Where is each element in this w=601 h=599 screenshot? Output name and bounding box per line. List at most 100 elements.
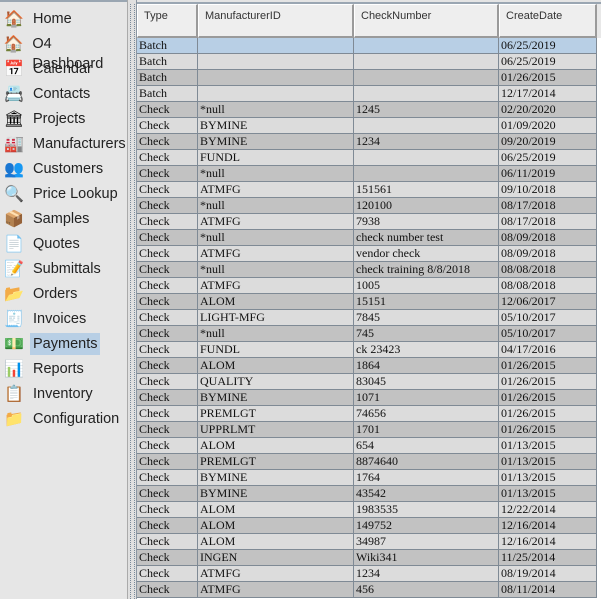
type-cell: Check <box>137 310 198 326</box>
sidebar-item-configuration[interactable]: 📁 Configuration <box>2 407 122 431</box>
sidebar-item-label: O4 Dashboard <box>32 36 104 72</box>
table-row[interactable]: Check ATMFG 456 08/11/2014 <box>137 582 601 598</box>
create-date-cell: 05/10/2017 <box>499 326 597 342</box>
column-header-type[interactable]: Type <box>137 4 198 38</box>
type-cell: Batch <box>137 86 198 102</box>
manufacturer-id-cell: UPPRLMT <box>198 422 354 438</box>
type-cell: Check <box>137 182 198 198</box>
table-row[interactable]: Check *null 120100 08/17/2018 <box>137 198 601 214</box>
sidebar-item-orders[interactable]: 📂 Orders <box>2 282 80 306</box>
check-number-cell <box>354 86 499 102</box>
table-row[interactable]: Batch 06/25/2019 <box>137 54 601 70</box>
table-header: Type ManufacturerID CheckNumber CreateDa… <box>137 4 601 38</box>
table-row[interactable]: Batch 01/26/2015 <box>137 70 601 86</box>
payments-table: Type ManufacturerID CheckNumber CreateDa… <box>137 2 601 599</box>
table-row[interactable]: Check ALOM 1864 01/26/2015 <box>137 358 601 374</box>
sidebar-item-label: Calendar <box>33 61 92 77</box>
manufacturer-id-cell: ATMFG <box>198 246 354 262</box>
type-cell: Check <box>137 230 198 246</box>
check-number-cell: vendor check <box>354 246 499 262</box>
check-number-cell: 7845 <box>354 310 499 326</box>
check-number-cell: 34987 <box>354 534 499 550</box>
table-row[interactable]: Check ATMFG 7938 08/17/2018 <box>137 214 601 230</box>
sidebar-item-samples[interactable]: 📦 Samples <box>2 207 92 231</box>
table-row[interactable]: Batch 12/17/2014 <box>137 86 601 102</box>
sidebar-item-quotes[interactable]: 📄 Quotes <box>2 232 83 256</box>
samples-icon: 📦 <box>4 211 24 228</box>
table-row[interactable]: Check INGEN Wiki341 11/25/2014 <box>137 550 601 566</box>
table-row[interactable]: Check BYMINE 43542 01/13/2015 <box>137 486 601 502</box>
sidebar-item-inventory[interactable]: 📋 Inventory <box>2 382 96 406</box>
manufacturer-id-cell: INGEN <box>198 550 354 566</box>
table-row[interactable]: Check ATMFG 1005 08/08/2018 <box>137 278 601 294</box>
table-row[interactable]: Check ALOM 149752 12/16/2014 <box>137 518 601 534</box>
check-number-cell: 43542 <box>354 486 499 502</box>
create-date-cell: 02/20/2020 <box>499 102 597 118</box>
sidebar-item-home[interactable]: 🏠 Home <box>2 7 75 31</box>
check-number-cell: 83045 <box>354 374 499 390</box>
create-date-cell: 01/26/2015 <box>499 422 597 438</box>
sidebar-item-calendar[interactable]: 📅 Calendar <box>2 57 95 81</box>
sidebar-item-payments[interactable]: 💵 Payments <box>2 332 101 356</box>
sidebar-item-label: Reports <box>33 361 84 377</box>
create-date-cell: 06/25/2019 <box>499 150 597 166</box>
manufacturer-id-cell: *null <box>198 326 354 342</box>
table-row[interactable]: Check PREMLGT 74656 01/26/2015 <box>137 406 601 422</box>
table-row[interactable]: Check BYMINE 1234 09/20/2019 <box>137 134 601 150</box>
table-row[interactable]: Check BYMINE 1071 01/26/2015 <box>137 390 601 406</box>
sidebar-item-projects[interactable]: 🏛 Projects <box>2 107 88 131</box>
manufacturer-id-cell: PREMLGT <box>198 406 354 422</box>
table-row[interactable]: Check *null 06/11/2019 <box>137 166 601 182</box>
check-number-cell: 1234 <box>354 134 499 150</box>
table-row[interactable]: Check BYMINE 1764 01/13/2015 <box>137 470 601 486</box>
table-row[interactable]: Batch 06/25/2019 <box>137 38 601 54</box>
table-row[interactable]: Check ATMFG vendor check 08/09/2018 <box>137 246 601 262</box>
table-row[interactable]: Check *null check training 8/8/2018 08/08/2… <box>137 262 601 278</box>
sidebar-item-o4-dashboard[interactable]: 🏠 O4 Dashboard <box>2 32 127 72</box>
create-date-cell: 11/25/2014 <box>499 550 597 566</box>
create-date-cell: 12/17/2014 <box>499 86 597 102</box>
table-row[interactable]: Check *null 745 05/10/2017 <box>137 326 601 342</box>
contact-card-icon: 📇 <box>4 86 24 103</box>
column-header-create-date[interactable]: CreateDate <box>499 4 597 38</box>
table-row[interactable]: Check ALOM 1983535 12/22/2014 <box>137 502 601 518</box>
sidebar-item-manufacturers[interactable]: 🏭 Manufacturers <box>2 132 129 156</box>
table-row[interactable]: Check BYMINE 01/09/2020 <box>137 118 601 134</box>
splitter-handle[interactable] <box>127 0 137 599</box>
table-row[interactable]: Check *null check number test 08/09/2018 <box>137 230 601 246</box>
sidebar-item-reports[interactable]: 📊 Reports <box>2 357 87 381</box>
type-cell: Batch <box>137 54 198 70</box>
table-row[interactable]: Check *null 1245 02/20/2020 <box>137 102 601 118</box>
table-row[interactable]: Check FUNDL ck 23423 04/17/2016 <box>137 342 601 358</box>
table-row[interactable]: Check PREMLGT 8874640 01/13/2015 <box>137 454 601 470</box>
sidebar-item-label: Projects <box>33 111 86 127</box>
table-row[interactable]: Check ALOM 15151 12/06/2017 <box>137 294 601 310</box>
column-header-manufacturer-id[interactable]: ManufacturerID <box>198 4 354 38</box>
check-number-cell: 745 <box>354 326 499 342</box>
sidebar-item-invoices[interactable]: 🧾 Invoices <box>2 307 89 331</box>
table-row[interactable]: Check QUALITY 83045 01/26/2015 <box>137 374 601 390</box>
manufacturer-id-cell: ATMFG <box>198 214 354 230</box>
table-row[interactable]: Check FUNDL 06/25/2019 <box>137 150 601 166</box>
quotes-icon: 📄 <box>4 236 24 253</box>
sidebar-item-customers[interactable]: 👥 Customers <box>2 157 106 181</box>
create-date-cell: 08/08/2018 <box>499 262 597 278</box>
sidebar-item-submittals[interactable]: 📝 Submittals <box>2 257 104 281</box>
table-row[interactable]: Check ATMFG 151561 09/10/2018 <box>137 182 601 198</box>
table-row[interactable]: Check ALOM 654 01/13/2015 <box>137 438 601 454</box>
table-row[interactable]: Check ATMFG 1234 08/19/2014 <box>137 566 601 582</box>
create-date-cell: 01/13/2015 <box>499 486 597 502</box>
table-row[interactable]: Check LIGHT-MFG 7845 05/10/2017 <box>137 310 601 326</box>
type-cell: Check <box>137 406 198 422</box>
column-header-check-number[interactable]: CheckNumber <box>354 4 499 38</box>
check-number-cell: Wiki341 <box>354 550 499 566</box>
sidebar-item-price-lookup[interactable]: 🔍 Price Lookup <box>2 182 121 206</box>
create-date-cell: 08/19/2014 <box>499 566 597 582</box>
table-row[interactable]: Check ALOM 34987 12/16/2014 <box>137 534 601 550</box>
sidebar-item-label: Submittals <box>33 261 101 277</box>
type-cell: Batch <box>137 70 198 86</box>
sidebar-item-label: Customers <box>33 161 104 177</box>
sidebar-item-label: Payments <box>30 333 101 355</box>
sidebar-item-contacts[interactable]: 📇 Contacts <box>2 82 93 106</box>
table-row[interactable]: Check UPPRLMT 1701 01/26/2015 <box>137 422 601 438</box>
